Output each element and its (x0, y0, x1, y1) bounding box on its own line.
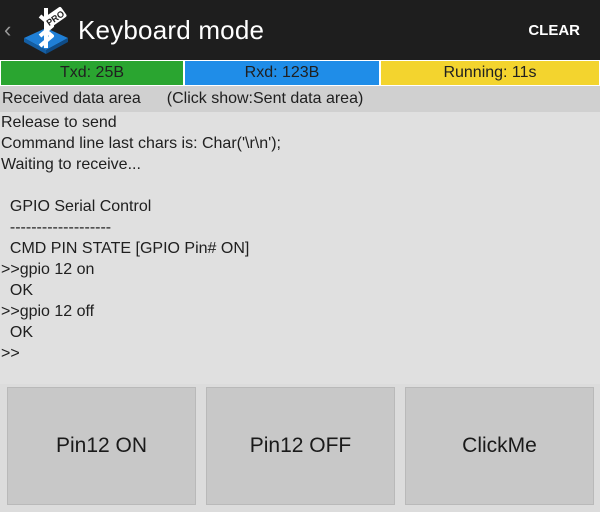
app-title: Keyboard mode (78, 14, 265, 45)
terminal-line: >> (1, 345, 20, 362)
txd-counter: Txd: 25B (1, 61, 183, 85)
terminal-line: ------------------- (1, 219, 112, 236)
terminal-line: CMD PIN STATE [GPIO Pin# ON] (1, 240, 250, 257)
terminal-line: Waiting to receive... (1, 156, 141, 173)
button-row: Pin12 ON Pin12 OFF ClickMe (0, 384, 600, 512)
clear-button[interactable]: CLEAR (528, 0, 580, 60)
pin12-on-button[interactable]: Pin12 ON (7, 387, 196, 505)
terminal-line: Command line last chars is: Char('\r\n')… (1, 135, 281, 152)
data-area-toggle[interactable]: Received data area (Click show:Sent data… (0, 86, 600, 112)
running-timer: Running: 11s (381, 61, 599, 85)
back-caret-icon[interactable]: ‹ (4, 19, 18, 41)
pin12-off-button[interactable]: Pin12 OFF (206, 387, 395, 505)
bluetooth-app-icon[interactable]: PRO (20, 4, 72, 56)
action-bar: ‹ PRO Keyboard mode CLEAR (0, 0, 600, 60)
terminal-line: GPIO Serial Control (1, 198, 152, 215)
clickme-button[interactable]: ClickMe (405, 387, 594, 505)
data-area-title: Received data area (2, 90, 141, 107)
terminal-line: OK (1, 324, 34, 341)
terminal-line: >>gpio 12 off (1, 303, 95, 320)
data-area-hint: (Click show:Sent data area) (166, 90, 364, 107)
terminal-line: >>gpio 12 on (1, 261, 95, 278)
received-data-terminal[interactable]: Release to send Command line last chars … (0, 112, 600, 384)
terminal-line: Release to send (1, 114, 117, 131)
rxd-counter: Rxd: 123B (185, 61, 379, 85)
status-strip: Txd: 25B Rxd: 123B Running: 11s (0, 60, 600, 86)
terminal-line: OK (1, 282, 34, 299)
app-window: ‹ PRO Keyboard mode CLEAR Txd: 25B Rxd: … (0, 0, 600, 512)
